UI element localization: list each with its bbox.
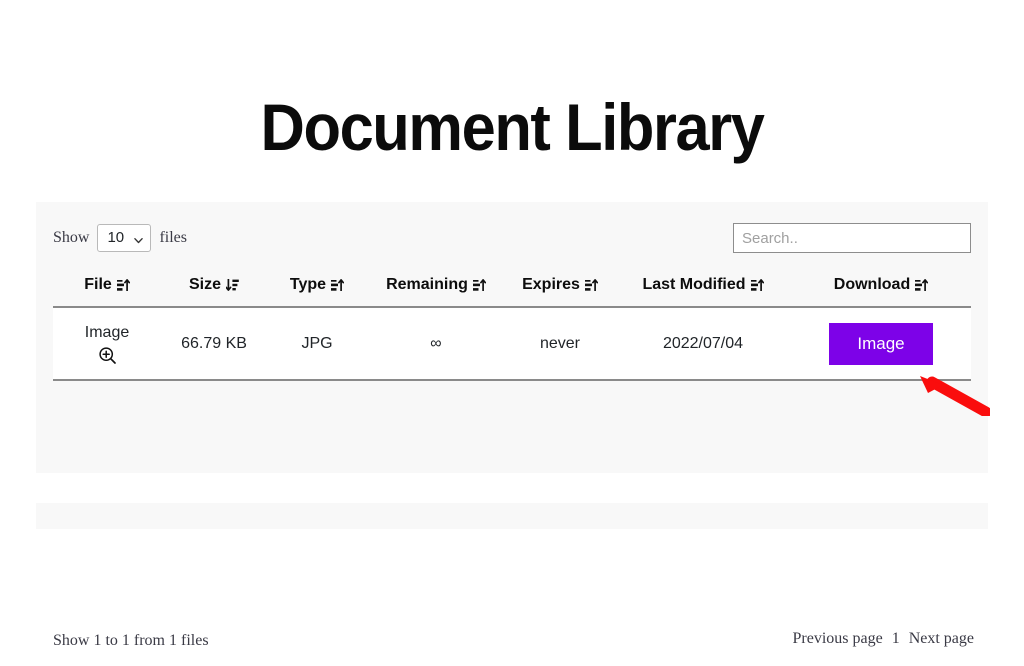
column-header-last-modified-label: Last Modified [642,276,746,293]
page-length-select[interactable]: 10 [97,224,152,252]
column-header-remaining-label: Remaining [386,276,468,293]
cell-download: Image [791,307,971,381]
cell-expires: never [505,307,615,381]
sort-ascending-icon[interactable] [116,278,130,292]
files-table-head: File Size Type Remaining Expires Last Mo… [53,270,971,308]
sort-descending-icon[interactable] [226,278,239,292]
search-input[interactable] [733,223,971,253]
cell-size: 66.79 KB [161,307,267,381]
cell-last-modified: 2022/07/04 [615,307,791,381]
cell-file-name: Image [84,324,130,341]
cell-remaining: ∞ [367,307,505,381]
zoom-in-icon[interactable] [98,346,117,365]
table-info: Show 1 to 1 from 1 files [53,632,209,649]
column-header-file[interactable]: File [53,270,161,308]
page-title: Document Library [260,90,765,165]
column-header-type-label: Type [289,276,327,293]
sort-ascending-icon[interactable] [472,278,486,292]
column-header-expires-label: Expires [522,276,580,293]
sort-ascending-icon[interactable] [915,278,929,292]
previous-page-button[interactable]: Previous page [792,630,882,648]
files-table-header-row: File Size Type Remaining Expires Last Mo… [53,270,971,308]
column-header-size[interactable]: Size [161,270,267,308]
page-number-1[interactable]: 1 [892,630,900,648]
download-button[interactable]: Image [829,322,933,365]
column-header-download[interactable]: Download [791,270,971,308]
sort-ascending-icon[interactable] [750,278,764,292]
pagination: Previous page 1 Next page [792,630,974,648]
page-length-label-before: Show [53,229,90,246]
table-row: Image 66.79 KB JPG ∞ never 2022/07/04 Im… [53,307,971,381]
column-header-expires[interactable]: Expires [505,270,615,308]
table-controls: Show 10 files [36,202,988,270]
files-table: File Size Type Remaining Expires Last Mo… [53,270,971,381]
sort-ascending-icon[interactable] [331,278,345,292]
column-header-file-label: File [84,276,112,293]
column-header-type[interactable]: Type [267,270,367,308]
page-length-label-after: files [159,229,187,246]
cell-type: JPG [267,307,367,381]
secondary-card-partial [36,503,988,529]
next-page-button[interactable]: Next page [909,630,974,648]
table-footer: Show 1 to 1 from 1 files Previous page 1… [36,622,988,666]
column-header-remaining[interactable]: Remaining [367,270,505,308]
sort-ascending-icon[interactable] [584,278,598,292]
column-header-size-label: Size [188,276,221,293]
cell-file: Image [53,307,161,381]
document-library-card: Show 10 files Search.. File Size Type Re… [36,202,988,649]
files-table-body: Image 66.79 KB JPG ∞ never 2022/07/04 Im… [53,307,971,381]
column-header-download-label: Download [833,276,911,293]
page-length-select-wrap: 10 [97,224,152,252]
page-length-control: Show 10 files [53,224,187,252]
column-header-last-modified[interactable]: Last Modified [615,270,791,308]
